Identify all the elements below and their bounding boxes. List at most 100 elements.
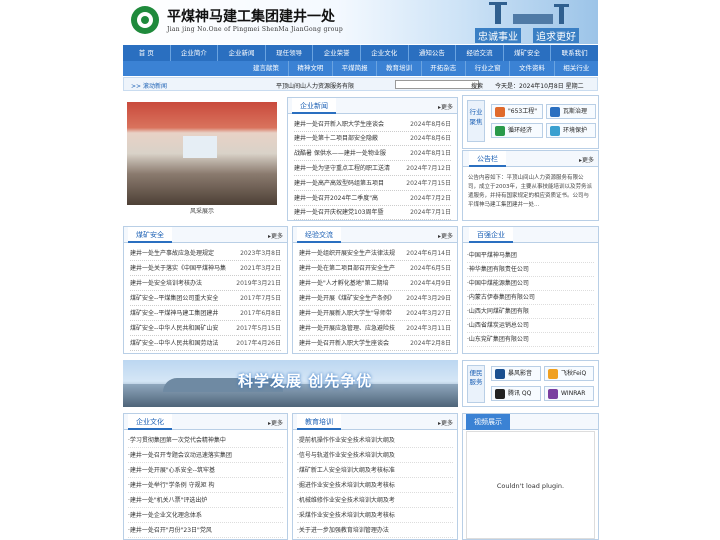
nav-magazine[interactable]: 开拓杂志 [422, 61, 466, 76]
training-title[interactable]: 教育培训 [297, 414, 341, 430]
training-item[interactable]: ·机械维修作业安全技术培训大纲及考 [297, 494, 453, 508]
news-item[interactable]: 建井一处召开新入职大学生座谈会 2024年8月6日 [294, 118, 451, 132]
partner-link[interactable]: ·山东兖矿集团有限公司 [467, 333, 594, 347]
nav-briefing[interactable]: 平煤简报 [333, 61, 378, 76]
experience-title[interactable]: 经验交流 [297, 227, 341, 243]
news-item[interactable]: 建井一处高产高效型码组第五项目 2024年7月15日 [294, 177, 451, 191]
safety-item[interactable]: 煤矿安全--中华人民共和国矿山安 2017年5月15日 [130, 322, 281, 336]
experience-item[interactable]: 建井一处开展新入职大学生"导师带 2024年3月27日 [299, 307, 451, 321]
feiq-button[interactable]: 飞秋FeiQ [544, 366, 594, 381]
news-item[interactable]: 战酷暑 保供水——建井一处物业服 2024年8月1日 [294, 147, 451, 161]
qq-button[interactable]: 腾讯 QQ [491, 386, 541, 401]
company-logo-icon[interactable] [131, 6, 159, 34]
culture-title[interactable]: 企业文化 [128, 414, 172, 430]
video-player[interactable]: Couldn't load plugin. [466, 431, 595, 539]
nav-experience[interactable]: 经验交流 [456, 45, 504, 61]
culture-item[interactable]: ·建井一处举行"学条例 守规矩 构 [128, 479, 283, 493]
scrolling-news-label[interactable]: >> 滚动新闻 [131, 81, 167, 90]
culture-more-link[interactable]: ▸更多 [268, 418, 283, 427]
search-button[interactable]: 搜索 [471, 81, 483, 90]
nav-notices[interactable]: 通知公告 [409, 45, 457, 61]
bulletin-text: 公告内容如下：平顶山间山人力资源服务有限公司，成立于2003年，主要从事技能培训… [468, 175, 592, 208]
video-panel: 视频展示 Couldn't load plugin. [462, 413, 599, 540]
photo-caption[interactable]: 风采展示 [127, 206, 277, 215]
training-item[interactable]: ·提前机操作作业安全技术培训大纲及 [297, 434, 453, 448]
partners-title[interactable]: 百强企业 [469, 227, 513, 243]
training-more-link[interactable]: ▸更多 [438, 418, 453, 427]
nav-documents[interactable]: 文件资料 [510, 61, 555, 76]
experience-item[interactable]: 建井一处在第二项目部召开安全生产 2024年6月5日 [299, 262, 451, 276]
nav-news[interactable]: 企业新闻 [218, 45, 266, 61]
bulletin-title[interactable]: 公告栏 [469, 151, 506, 167]
safety-item[interactable]: 建井一处关于落实《中国平煤神马集 2021年3月2日 [130, 262, 281, 276]
partner-link[interactable]: ·中国平煤神马集团 [467, 249, 594, 263]
training-item[interactable]: ·采煤作业安全技术培训大纲及考核标 [297, 509, 453, 523]
culture-item[interactable]: ·建井一处"机关八票"评选出炉 [128, 494, 283, 508]
nav-training[interactable]: 教育培训 [377, 61, 422, 76]
nav-culture[interactable]: 企业文化 [361, 45, 409, 61]
training-item[interactable]: ·掘进作业安全技术培训大纲及考核标 [297, 479, 453, 493]
news-item[interactable]: 建井一处第十二项目部安全隐蔽 2024年8月6日 [294, 132, 451, 146]
news-item[interactable]: 建井一处为坚守重点工程的职工送清 2024年7月12日 [294, 162, 451, 176]
nav-home[interactable]: 首 页 [123, 45, 171, 61]
partner-link[interactable]: ·内蒙古伊泰集团有限公司 [467, 291, 594, 305]
company-news-title[interactable]: 企业新闻 [292, 98, 336, 114]
nav-industry[interactable]: 行业之窗 [466, 61, 511, 76]
partner-link[interactable]: ·神华集团有限责任公司 [467, 263, 594, 277]
mine-safety-more-link[interactable]: ▸更多 [268, 231, 283, 240]
nav-intro[interactable]: 企业简介 [171, 45, 219, 61]
training-item[interactable]: ·煤矿新工人安全培训大纲及考核标准 [297, 464, 453, 478]
culture-item[interactable]: ·学习贯彻集团第一次党代会精神集中 [128, 434, 283, 448]
nav-honors[interactable]: 企业荣誉 [313, 45, 361, 61]
culture-item[interactable]: ·建井一处召开"月份"23日"党风 [128, 524, 283, 538]
safety-item[interactable]: 建井一处安全培训考核办法 2019年3月21日 [130, 277, 281, 291]
nav-safety[interactable]: 煤矿安全 [504, 45, 552, 61]
bulletin-panel: 公告栏 ▸更多 公告内容如下：平顶山间山人力资源服务有限公司，成立于2003年，主… [462, 150, 599, 221]
experience-item[interactable]: 建井一处召开新入职大学生座谈会 2024年2月8日 [299, 337, 451, 351]
culture-item[interactable]: ·建井一处开展"心系安全--筑牢基 [128, 464, 283, 478]
search-input[interactable] [395, 80, 479, 89]
promo-banner[interactable]: 科学发展 创先争优 [123, 360, 458, 407]
experience-more-link[interactable]: ▸更多 [438, 231, 453, 240]
gas-control-button[interactable]: 瓦斯治理 [546, 104, 596, 119]
play-icon [495, 369, 505, 379]
showcase-photo[interactable] [127, 102, 277, 205]
safety-item[interactable]: 建井一处生产事故应急处理规定 2023年3月8日 [130, 247, 281, 261]
partner-link[interactable]: ·山西省煤炭运销总公司 [467, 319, 594, 333]
storm-player-button[interactable]: 暴风影音 [491, 366, 541, 381]
culture-item[interactable]: ·建井一处召开专题会议动迅速落实集团 [128, 449, 283, 463]
nav-contact[interactable]: 联系我们 [551, 45, 598, 61]
nav-leaders[interactable]: 现任领导 [266, 45, 314, 61]
culture-item[interactable]: ·建井一处企业文化理念体系 [128, 509, 283, 523]
training-item[interactable]: ·信号与轨道作业安全技术培训大纲及 [297, 449, 453, 463]
safety-item[interactable]: 煤矿安全--平煤集团公司重大安全 2017年7月5日 [130, 292, 281, 306]
nav-suggestions[interactable]: 建言献策 [244, 61, 289, 76]
nav-civilization[interactable]: 精神文明 [289, 61, 333, 76]
circular-economy-button[interactable]: 循环经济 [491, 123, 543, 138]
mine-safety-title[interactable]: 煤矿安全 [128, 227, 172, 243]
nav-related[interactable]: 相关行业 [555, 61, 598, 76]
partner-link[interactable]: ·中国中煤能源集团公司 [467, 277, 594, 291]
scrolling-news-text[interactable]: 平顶山间山人力资源服务有限 [276, 81, 354, 90]
star-icon [495, 107, 505, 117]
video-title[interactable]: 视频展示 [466, 414, 510, 430]
slogan-2: 追求更好 [533, 28, 579, 43]
environment-button[interactable]: 环境保护 [546, 123, 596, 138]
experience-item[interactable]: 建井一处组织开展安全生产法律法规 2024年6月14日 [299, 247, 451, 261]
training-item[interactable]: ·关于进一步加强教育培训管理办法 [297, 524, 453, 538]
site-header: 平煤神马建工集团建井一处 Jian jing No.One of Pingmei… [123, 0, 598, 44]
safety-item[interactable]: 煤矿安全--中华人民共和国劳动法 2017年4月26日 [130, 337, 281, 351]
recycle-icon [495, 126, 505, 136]
bulletin-more-link[interactable]: ▸更多 [579, 155, 594, 164]
project-653-button[interactable]: "653工程" [491, 104, 543, 119]
experience-item[interactable]: 建井一处开展应急管理、应急避险技 2024年3月11日 [299, 322, 451, 336]
company-news-panel: 企业新闻 ▸更多 建井一处召开新入职大学生座谈会 2024年8月6日 建井一处第十二… [287, 97, 458, 221]
experience-item[interactable]: 建井一处开展《煤矿安全生产条例》 2024年3月29日 [299, 292, 451, 306]
news-item[interactable]: 建井一处召开2024年二季度"高 2024年7月2日 [294, 192, 451, 206]
safety-item[interactable]: 煤矿安全--平煤神马建工集团建井 2017年6月8日 [130, 307, 281, 321]
winrar-button[interactable]: WINRAR [544, 386, 594, 401]
experience-item[interactable]: 建井一处"人才孵化基地"第二期培 2024年4月9日 [299, 277, 451, 291]
news-item[interactable]: 建井一处召开庆祝建党103周年暨 2024年7月1日 [294, 206, 451, 220]
partner-link[interactable]: ·山西大同煤矿集团有限 [467, 305, 594, 319]
company-news-more-link[interactable]: ▸更多 [438, 102, 453, 111]
